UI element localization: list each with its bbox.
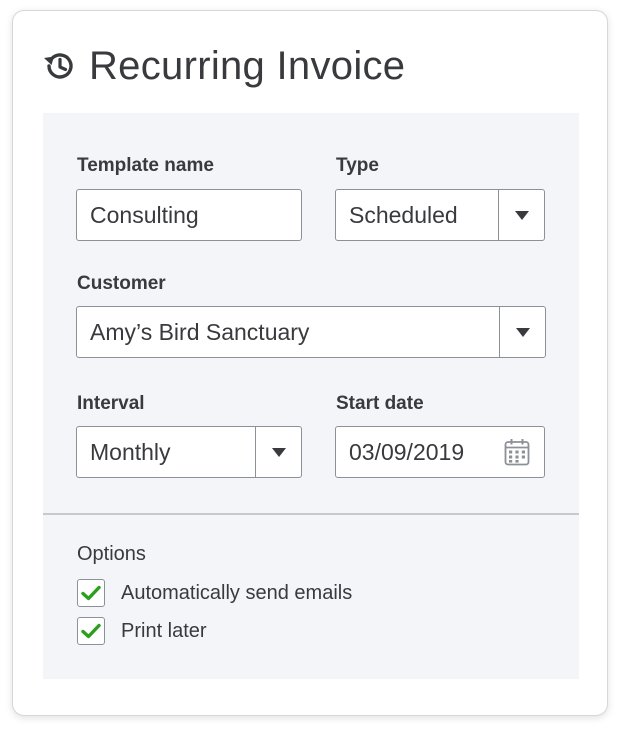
options-heading: Options bbox=[77, 543, 146, 565]
auto-send-emails-checkbox[interactable] bbox=[77, 579, 105, 607]
type-label: Type bbox=[336, 155, 379, 176]
calendar-icon[interactable] bbox=[504, 438, 530, 466]
interval-value: Monthly bbox=[90, 438, 171, 465]
customer-select[interactable]: Amy’s Bird Sanctuary bbox=[76, 306, 546, 358]
checkmark-icon bbox=[81, 585, 101, 601]
header: Recurring Invoice bbox=[41, 41, 405, 91]
template-name-input[interactable]: Consulting bbox=[76, 189, 302, 241]
customer-dropdown-button[interactable] bbox=[499, 307, 545, 357]
recurring-invoice-card: Recurring Invoice Template name Consulti… bbox=[12, 10, 608, 716]
form-panel: Template name Consulting Type Scheduled … bbox=[43, 113, 579, 679]
type-value: Scheduled bbox=[349, 201, 458, 228]
chevron-down-icon bbox=[514, 210, 529, 220]
history-icon bbox=[44, 53, 73, 79]
checkmark-icon bbox=[81, 623, 101, 639]
start-date-input[interactable]: 03/09/2019 bbox=[335, 426, 545, 478]
print-later-label: Print later bbox=[121, 619, 207, 642]
chevron-down-icon bbox=[515, 327, 530, 337]
option-auto-send-emails[interactable]: Automatically send emails bbox=[77, 579, 352, 607]
template-name-value: Consulting bbox=[90, 201, 199, 228]
print-later-checkbox[interactable] bbox=[77, 617, 105, 645]
interval-dropdown-button[interactable] bbox=[255, 427, 301, 477]
template-name-label: Template name bbox=[77, 155, 214, 176]
start-date-label: Start date bbox=[336, 393, 424, 414]
interval-select[interactable]: Monthly bbox=[76, 426, 302, 478]
page-title: Recurring Invoice bbox=[89, 43, 406, 88]
interval-label: Interval bbox=[77, 393, 145, 414]
customer-value: Amy’s Bird Sanctuary bbox=[90, 318, 310, 345]
customer-label: Customer bbox=[77, 273, 166, 294]
start-date-value: 03/09/2019 bbox=[349, 438, 465, 465]
type-dropdown-button[interactable] bbox=[498, 190, 544, 240]
auto-send-emails-label: Automatically send emails bbox=[121, 581, 353, 604]
divider bbox=[43, 513, 579, 515]
type-select[interactable]: Scheduled bbox=[335, 189, 545, 241]
chevron-down-icon bbox=[271, 447, 286, 457]
option-print-later[interactable]: Print later bbox=[77, 617, 207, 645]
